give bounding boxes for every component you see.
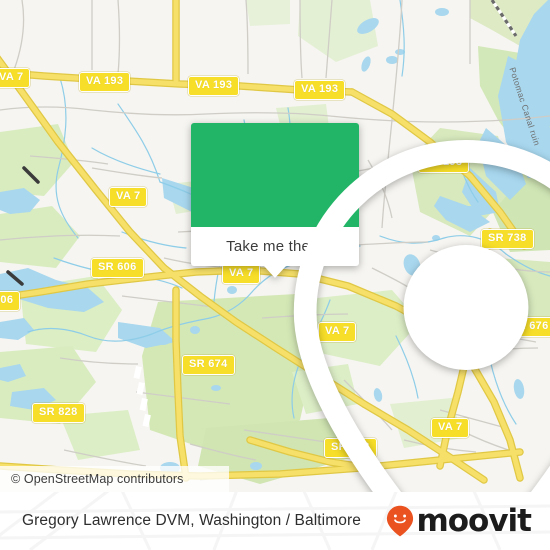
road-shield: VA 193 bbox=[79, 72, 131, 92]
road-shield: SR 828 bbox=[32, 403, 85, 423]
road-shield: VA 7 bbox=[109, 187, 148, 207]
moovit-smiley-pin-icon bbox=[387, 505, 414, 537]
moovit-logo[interactable]: moovit bbox=[386, 492, 532, 550]
attribution-text: © OpenStreetMap contributors bbox=[11, 472, 184, 486]
page-title: Gregory Lawrence DVM, Washington / Balti… bbox=[22, 492, 361, 550]
popup-pin-area bbox=[191, 123, 550, 492]
road-shield: VA 193 bbox=[188, 76, 240, 96]
road-shield: 606 bbox=[0, 291, 21, 311]
road-shield: SR 606 bbox=[91, 258, 144, 278]
page-title-text: Gregory Lawrence DVM, Washington / Balti… bbox=[22, 512, 361, 529]
location-pin-icon bbox=[293, 140, 550, 492]
map-screenshot: VA 7 VA 193 VA 193 VA 193 VA 193 SR 738 VA 7 SR… bbox=[0, 0, 550, 550]
popup-tail bbox=[264, 266, 286, 278]
moovit-wordmark: moovit bbox=[416, 503, 532, 539]
map-canvas[interactable]: VA 7 VA 193 VA 193 VA 193 VA 193 SR 738 VA 7 SR… bbox=[0, 0, 550, 492]
location-popup-card[interactable]: Take me there bbox=[191, 123, 550, 492]
road-shield: VA 193 bbox=[294, 80, 346, 100]
footer-bar: Gregory Lawrence DVM, Washington / Balti… bbox=[0, 492, 550, 550]
road-shield: VA 7 bbox=[0, 68, 31, 88]
